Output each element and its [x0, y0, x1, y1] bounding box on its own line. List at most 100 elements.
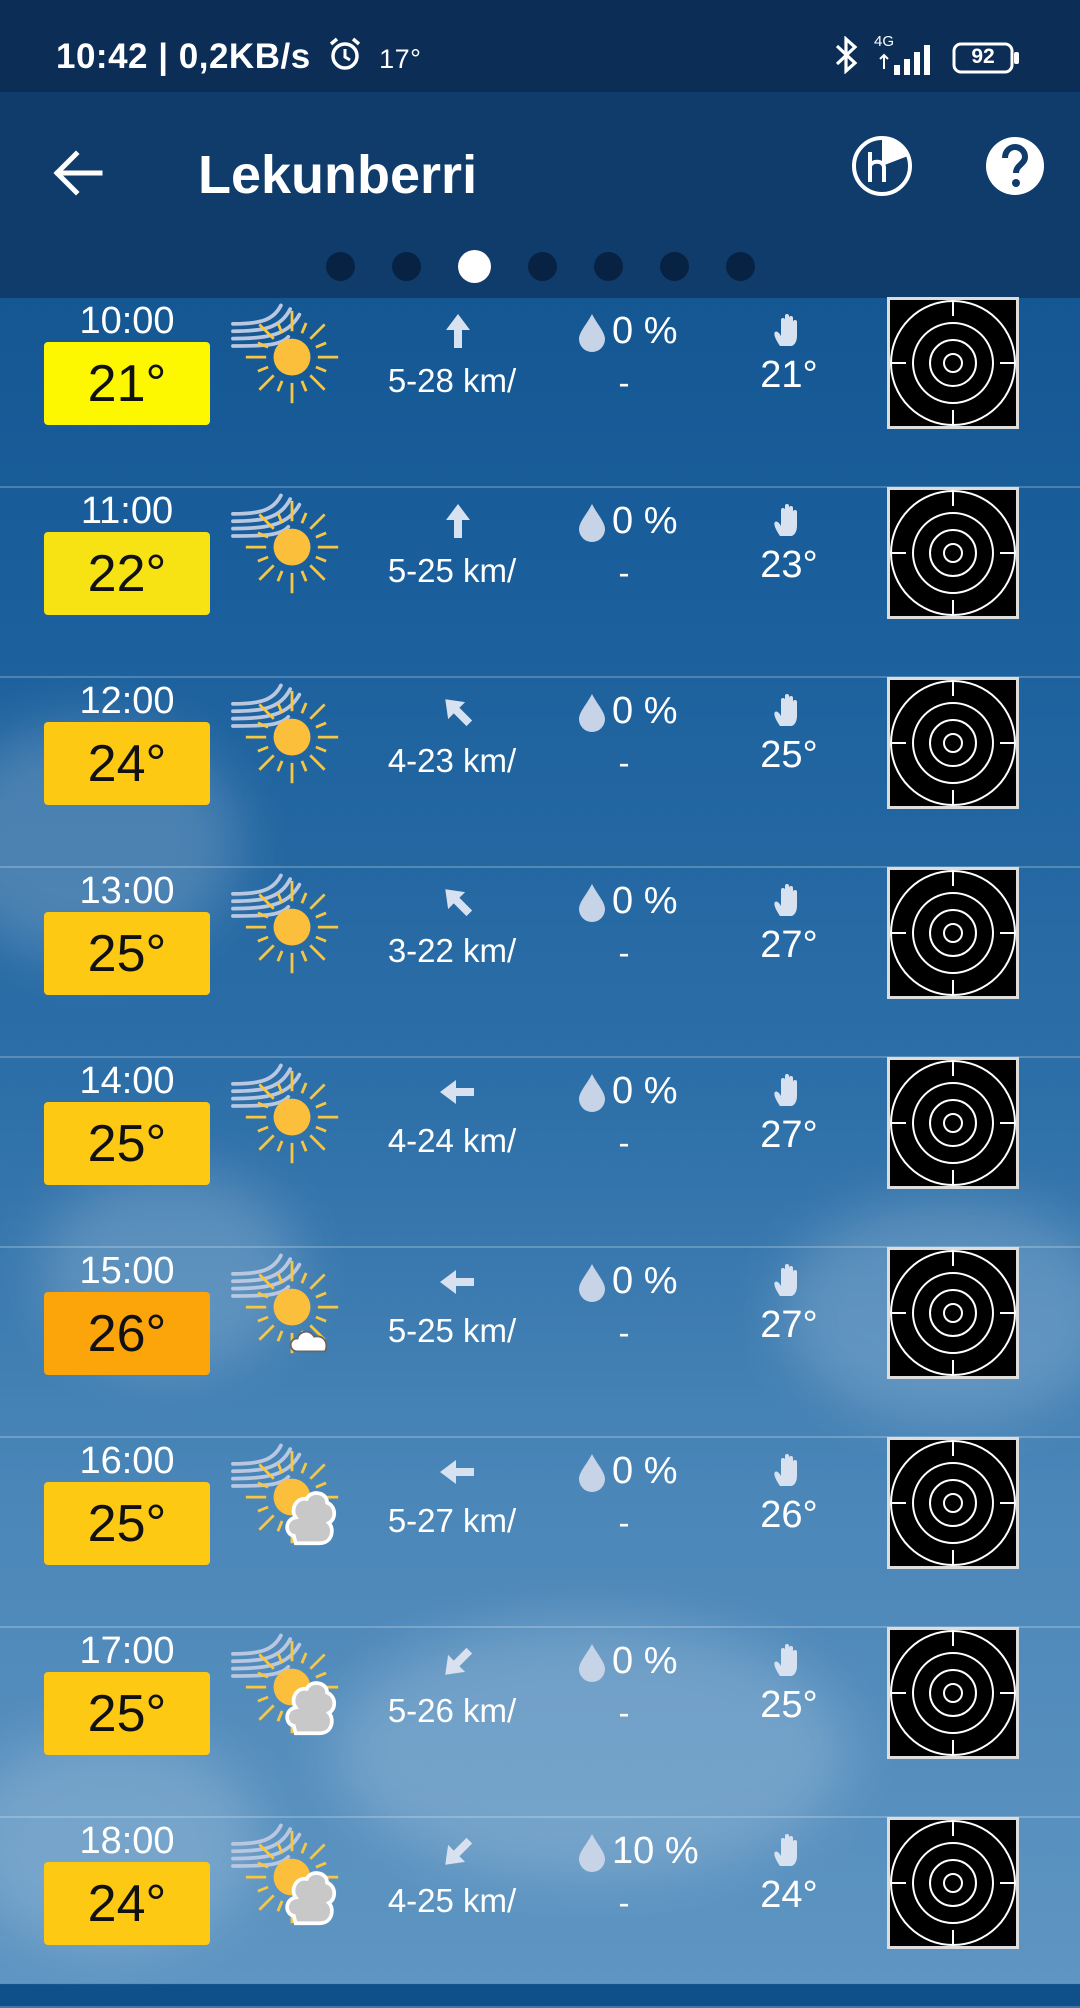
feels-like-hand-icon: [774, 1264, 797, 1296]
status-time-speed: 10:42 | 0,2KB/s: [56, 37, 311, 76]
help-icon[interactable]: [983, 134, 1047, 198]
raindrop-icon: [579, 1644, 605, 1682]
page-dot[interactable]: [391, 252, 421, 281]
forecast-row[interactable]: 13:00 25° 3-22 km/ 0 % - 27°: [0, 866, 1080, 1058]
page-dot[interactable]: [325, 252, 355, 281]
wind-speed: 5-25 km/: [387, 552, 517, 589]
hourly-forecast-list: 10:00 21° 5-28 km/ 0 % - 21° 11:00 22° 5…: [0, 296, 1080, 2008]
hourly-mode-icon[interactable]: [850, 134, 914, 198]
precipitation-chance: 0 %: [612, 500, 678, 542]
page-indicator[interactable]: [0, 250, 1080, 283]
feels-like-temp: 21°: [760, 354, 818, 396]
wind-direction-icon: [440, 1270, 474, 1294]
forecast-row[interactable]: 14:00 25° 4-24 km/ 0 % - 27°: [0, 1056, 1080, 1248]
wind-direction-icon: [445, 1647, 473, 1675]
precipitation-amount: -: [618, 554, 630, 591]
radar-target-icon[interactable]: [886, 1816, 1020, 1950]
forecast-row[interactable]: 15:00 26° 5-25 km/ 0 % - 27°: [0, 1246, 1080, 1438]
forecast-row[interactable]: 11:00 22° 5-25 km/ 0 % - 23°: [0, 486, 1080, 678]
raindrop-icon: [579, 694, 605, 732]
precipitation-chance: 0 %: [612, 1450, 678, 1492]
temperature-badge: 25°: [44, 1102, 210, 1185]
temperature-badge: 25°: [44, 1672, 210, 1755]
wind-direction-icon: [446, 314, 470, 348]
precipitation-amount: -: [618, 934, 630, 971]
precipitation-amount: -: [618, 1124, 630, 1161]
wind-speed: 3-22 km/: [387, 932, 517, 969]
wind-speed: 5-26 km/: [387, 1692, 517, 1729]
sunny-windy-icon: [231, 683, 339, 784]
forecast-row[interactable]: 18:00 24° 4-25 km/ 10 % - 24°: [0, 1816, 1080, 2008]
radar-target-icon[interactable]: [886, 866, 1020, 1000]
status-right: 4G 92: [834, 33, 1020, 79]
hour-label: 14:00: [79, 1060, 175, 1102]
raindrop-icon: [579, 1074, 605, 1112]
precipitation-amount: -: [618, 1314, 630, 1351]
feels-like-hand-icon: [774, 1454, 797, 1486]
status-bar: 10:42 | 0,2KB/s 17° 4G 92: [0, 0, 1080, 92]
forecast-row[interactable]: 17:00 25° 5-26 km/ 0 % - 25°: [0, 1626, 1080, 1818]
precipitation-chance: 10 %: [612, 1830, 699, 1872]
wind-direction-icon: [445, 699, 473, 727]
temperature-badge: 21°: [44, 342, 210, 425]
precipitation-chance: 0 %: [612, 1260, 678, 1302]
alarm-icon: [327, 36, 363, 81]
radar-target-icon[interactable]: [886, 1246, 1020, 1380]
wind-speed: 5-28 km/: [387, 362, 517, 399]
radar-target-icon[interactable]: [886, 1436, 1020, 1570]
page-dot[interactable]: [593, 252, 623, 281]
wind-speed: 5-25 km/: [387, 1312, 517, 1349]
feels-like-temp: 24°: [760, 1874, 818, 1916]
sun-cloud-windy-icon: [231, 1633, 339, 1736]
hour-label: 16:00: [79, 1440, 175, 1482]
radar-target-icon[interactable]: [886, 1626, 1020, 1760]
precipitation-amount: -: [618, 1694, 630, 1731]
status-left: 10:42 | 0,2KB/s 17°: [56, 36, 421, 81]
precipitation-chance: 0 %: [612, 1070, 678, 1112]
feels-like-hand-icon: [774, 314, 797, 346]
forecast-row[interactable]: 16:00 25° 5-27 km/ 0 % - 26°: [0, 1436, 1080, 1628]
radar-target-icon[interactable]: [886, 676, 1020, 810]
page-dot[interactable]: [527, 252, 557, 281]
page-dot[interactable]: [659, 252, 689, 281]
temperature-badge: 26°: [44, 1292, 210, 1375]
back-arrow-icon[interactable]: [48, 144, 106, 202]
hour-label: 17:00: [79, 1630, 175, 1672]
wind-speed: 5-27 km/: [387, 1502, 517, 1539]
hour-label: 13:00: [79, 870, 175, 912]
radar-target-icon[interactable]: [886, 296, 1020, 430]
wind-direction-icon: [445, 889, 473, 917]
hour-label: 11:00: [80, 490, 174, 532]
feels-like-temp: 25°: [760, 734, 818, 776]
feels-like-hand-icon: [774, 504, 797, 536]
precipitation-amount: -: [618, 744, 630, 781]
page-dot[interactable]: [725, 252, 755, 281]
precipitation-chance: 0 %: [612, 880, 678, 922]
feels-like-temp: 27°: [760, 924, 818, 966]
sunny-windy-icon: [231, 303, 339, 404]
precipitation-amount: -: [618, 364, 630, 401]
feels-like-temp: 26°: [760, 1494, 818, 1536]
wind-direction-icon: [440, 1080, 474, 1104]
sunny-windy-icon: [231, 873, 339, 974]
temperature-badge: 24°: [44, 1862, 210, 1945]
radar-target-icon[interactable]: [886, 486, 1020, 620]
sun-cloud-windy-icon: [231, 1443, 339, 1546]
wind-speed: 4-24 km/: [387, 1122, 517, 1159]
bluetooth-icon: [834, 35, 860, 79]
sun-small-cloud-windy-icon: [231, 1253, 339, 1354]
hour-label: 18:00: [79, 1820, 175, 1862]
feels-like-hand-icon: [774, 1644, 797, 1676]
radar-target-icon[interactable]: [886, 1056, 1020, 1190]
forecast-row[interactable]: 12:00 24° 4-23 km/ 0 % - 25°: [0, 676, 1080, 868]
hour-label: 15:00: [79, 1250, 175, 1292]
page-dot[interactable]: [457, 250, 491, 283]
precipitation-amount: -: [618, 1884, 630, 1921]
precipitation-chance: 0 %: [612, 1640, 678, 1682]
sun-cloud-windy-icon: [231, 1823, 339, 1926]
feels-like-temp: 27°: [760, 1114, 818, 1156]
temperature-badge: 25°: [44, 1482, 210, 1565]
feels-like-hand-icon: [774, 1834, 797, 1866]
forecast-row[interactable]: 10:00 21° 5-28 km/ 0 % - 21°: [0, 296, 1080, 488]
sunny-windy-icon: [231, 493, 339, 594]
